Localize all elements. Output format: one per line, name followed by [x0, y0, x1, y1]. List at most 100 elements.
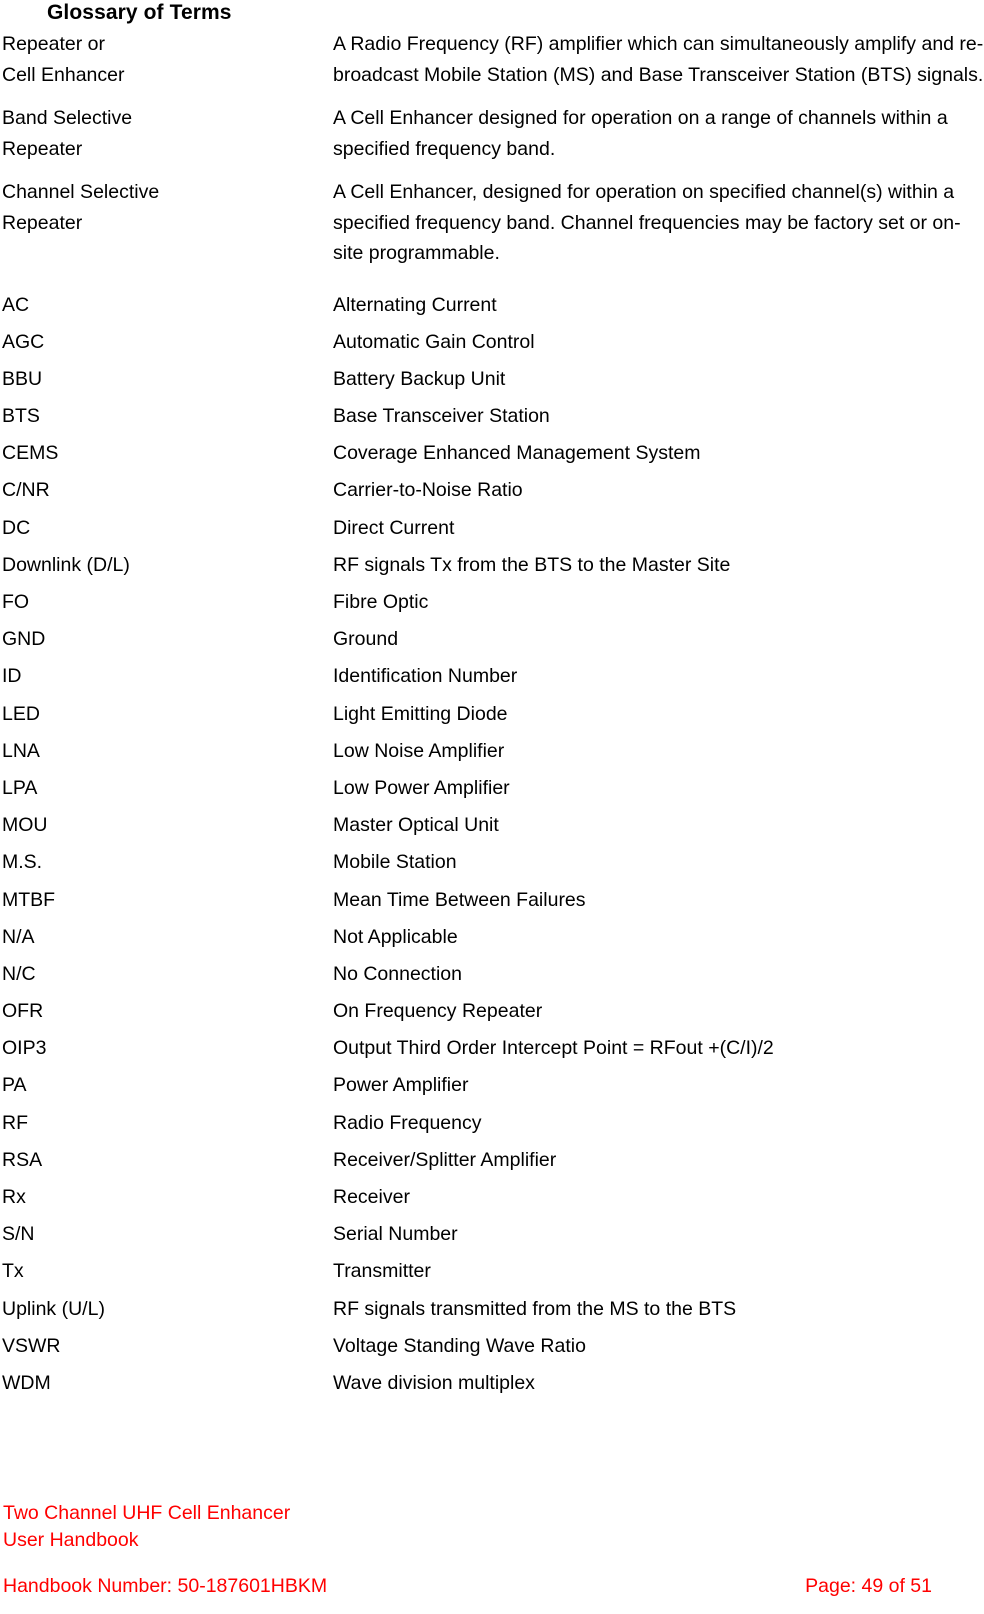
glossary-term: AC: [2, 293, 30, 316]
footer-bottom-row: Handbook Number: 50-187601HBKM Page: 49 …: [0, 1572, 984, 1600]
glossary-definition: Master Optical Unit: [333, 814, 499, 837]
glossary-term: DC: [2, 516, 31, 539]
glossary-term: WDM: [2, 1371, 51, 1394]
glossary-definition: Not Applicable: [333, 925, 458, 948]
glossary-entry: S/N Serial Number: [0, 1216, 984, 1253]
glossary-entry: LPA Low Power Amplifier: [0, 770, 984, 807]
glossary-term: PA: [2, 1074, 27, 1097]
glossary-entry: MTBF Mean Time Between Failures: [0, 882, 984, 919]
glossary-term: LPA: [2, 776, 38, 799]
glossary-term: FO: [2, 591, 30, 613]
glossary-term: OIP3: [2, 1037, 47, 1060]
glossary-term: RSA: [2, 1148, 43, 1171]
glossary-term: N/C: [2, 962, 36, 985]
glossary-entry: Uplink (U/L) RF signals transmitted from…: [0, 1291, 984, 1328]
glossary-definition: Voltage Standing Wave Ratio: [333, 1334, 586, 1357]
footer-document-type: User Handbook: [3, 1529, 139, 1551]
glossary-entry: M.S. Mobile Station: [0, 844, 984, 881]
glossary-term: M.S.: [2, 851, 43, 874]
glossary-term: ID: [2, 665, 22, 688]
document-page: Glossary of Terms Repeater or Cell Enhan…: [0, 0, 984, 1614]
glossary-entry: Repeater or Cell Enhancer A Radio Freque…: [0, 29, 984, 90]
footer-page-number: Page: 49 of 51: [805, 1575, 932, 1597]
glossary-term: BTS: [2, 405, 40, 428]
footer-handbook-number: Handbook Number: 50-187601HBKM: [3, 1575, 328, 1597]
glossary-entry: Rx Receiver: [0, 1179, 984, 1216]
glossary-definition: Ground: [333, 628, 399, 651]
glossary-term: AGC: [2, 330, 45, 353]
glossary-entry: RSA Receiver/Splitter Amplifier: [0, 1142, 984, 1179]
glossary-entry: Band Selective Repeater A Cell Enhancer …: [0, 103, 984, 164]
glossary-entry: C/NR Carrier-to-Noise Ratio: [0, 472, 984, 509]
glossary-entry: AGC Automatic Gain Control: [0, 324, 984, 361]
glossary-entry: WDM Wave division multiplex: [0, 1365, 984, 1402]
glossary-definition: Wave division multiplex: [333, 1371, 535, 1394]
glossary-term: GND: [2, 628, 46, 651]
glossary-definition: Mean Time Between Failures: [333, 888, 586, 911]
glossary-entry: ID Identification Number: [0, 658, 984, 695]
glossary-entry: MOU Master Optical Unit: [0, 807, 984, 844]
glossary-term: LED: [2, 702, 40, 725]
glossary-definition: Transmitter: [333, 1260, 431, 1283]
glossary-definition: Coverage Enhanced Management System: [333, 442, 701, 465]
glossary-definition: A Cell Enhancer designed for operation o…: [333, 107, 948, 160]
glossary-definition: Base Transceiver Station: [333, 405, 550, 428]
glossary-definition: No Connection: [333, 962, 462, 985]
glossary-entry: GND Ground: [0, 621, 984, 658]
glossary-definition: Low Noise Amplifier: [333, 739, 505, 762]
glossary-definition: Output Third Order Intercept Point = RFo…: [333, 1037, 774, 1060]
glossary-entry: Tx Transmitter: [0, 1253, 984, 1290]
glossary-entry: VSWR Voltage Standing Wave Ratio: [0, 1328, 984, 1365]
glossary-entry: N/C No Connection: [0, 956, 984, 993]
glossary-term: BBU: [2, 367, 43, 390]
glossary-entry: PA Power Amplifier: [0, 1067, 984, 1104]
glossary-term: CEMS: [2, 442, 59, 465]
glossary-entry: BBU Battery Backup Unit: [0, 361, 984, 398]
glossary-definition: RF signals Tx from the BTS to the Master…: [333, 553, 731, 576]
glossary-entry: Channel Selective Repeater A Cell Enhanc…: [0, 177, 984, 269]
glossary-term: C/NR: [2, 479, 50, 502]
glossary-term: S/N: [2, 1223, 35, 1246]
glossary-term: MTBF: [2, 888, 56, 911]
glossary-entry: LNA Low Noise Amplifier: [0, 733, 984, 770]
glossary-list: Repeater or Cell Enhancer A Radio Freque…: [0, 29, 984, 1402]
glossary-term: Downlink (D/L): [2, 553, 130, 576]
glossary-definition: Receiver: [333, 1186, 410, 1208]
glossary-entry: AC Alternating Current: [0, 287, 984, 324]
glossary-definition: A Cell Enhancer, designed for operation …: [333, 181, 961, 264]
glossary-definition: Radio Frequency: [333, 1111, 482, 1134]
glossary-definition: Low Power Amplifier: [333, 776, 510, 799]
glossary-entry: Downlink (D/L) RF signals Tx from the BT…: [0, 547, 984, 584]
glossary-definition: Carrier-to-Noise Ratio: [333, 479, 523, 502]
glossary-definition: Power Amplifier: [333, 1074, 469, 1097]
glossary-definition: Serial Number: [333, 1223, 458, 1246]
glossary-term: Channel Selective Repeater: [2, 181, 160, 234]
glossary-definition: Identification Number: [333, 665, 518, 688]
glossary-definition: On Frequency Repeater: [333, 1000, 543, 1023]
glossary-entry: N/A Not Applicable: [0, 919, 984, 956]
glossary-definition: Battery Backup Unit: [333, 367, 506, 390]
glossary-term: MOU: [2, 814, 48, 837]
glossary-term: OFR: [2, 1000, 44, 1023]
glossary-definition: Alternating Current: [333, 293, 497, 316]
glossary-entry: LED Light Emitting Diode: [0, 696, 984, 733]
glossary-entry: DC Direct Current: [0, 510, 984, 547]
glossary-definition: Direct Current: [333, 516, 455, 539]
glossary-term: RF: [2, 1111, 28, 1134]
glossary-definition: Receiver/Splitter Amplifier: [333, 1148, 557, 1171]
glossary-definition: Mobile Station: [333, 851, 457, 874]
glossary-term: Repeater or Cell Enhancer: [2, 33, 125, 86]
glossary-entry: OIP3 Output Third Order Intercept Point …: [0, 1030, 984, 1067]
glossary-definition: Light Emitting Diode: [333, 702, 508, 725]
glossary-definition: RF signals transmitted from the MS to th…: [333, 1297, 737, 1320]
glossary-term: N/A: [2, 925, 35, 948]
glossary-term: Rx: [2, 1186, 26, 1208]
glossary-term: LNA: [2, 739, 40, 762]
glossary-entry: BTS Base Transceiver Station: [0, 398, 984, 435]
glossary-definition: Fibre Optic: [333, 591, 429, 613]
glossary-term: Band Selective Repeater: [2, 107, 133, 160]
glossary-definition: A Radio Frequency (RF) amplifier which c…: [333, 33, 984, 86]
glossary-term: Tx: [2, 1260, 24, 1283]
glossary-entry: FO Fibre Optic: [0, 584, 984, 621]
glossary-definition: Automatic Gain Control: [333, 330, 535, 353]
